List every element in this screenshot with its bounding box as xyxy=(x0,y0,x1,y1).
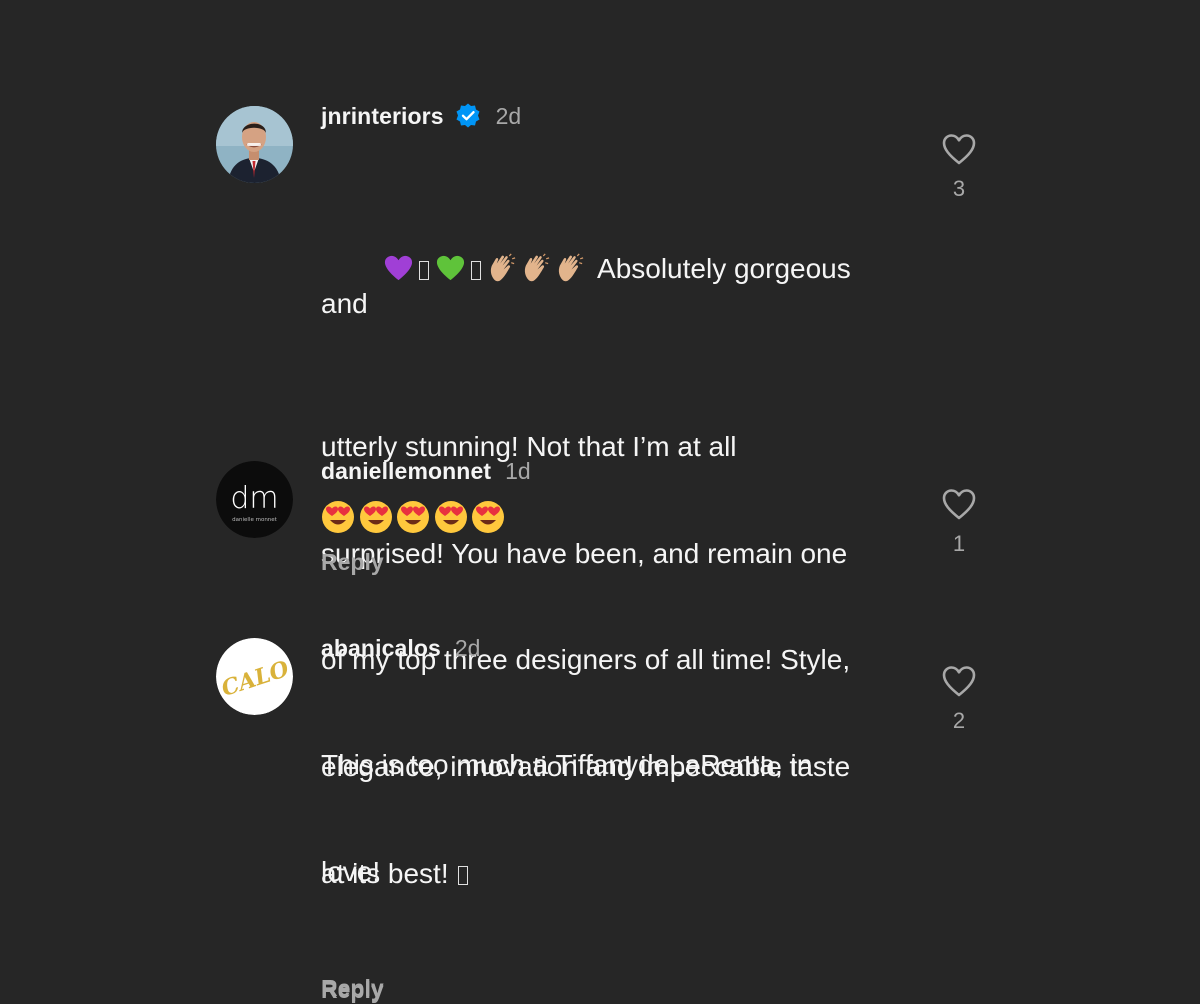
unsupported-glyph-icon xyxy=(419,260,430,280)
like-section: 2 xyxy=(936,664,982,734)
comment-text-line: Absolutely gorgeous and xyxy=(321,215,901,357)
avatar-logo-subtext: danielle monnet xyxy=(232,517,278,523)
man-portrait-icon xyxy=(216,106,293,183)
comment-text-line: love! xyxy=(321,855,381,887)
comment-time: 2d xyxy=(495,102,522,129)
avatar-abanicalos[interactable]: CALO xyxy=(216,638,293,715)
like-section: 3 xyxy=(936,132,982,202)
comment-time: 2d xyxy=(454,634,481,661)
clapping-hands-icon xyxy=(525,253,550,281)
clapping-hands-icon xyxy=(559,253,584,281)
comment-text: This is too much a TiffanydeLaRenta, in … xyxy=(321,676,901,961)
clapping-hands-icon xyxy=(491,253,516,281)
heart-eyes-emoji-icon xyxy=(434,501,467,533)
avatar-daniellemonnet[interactable]: dm danielle monnet xyxy=(216,461,293,538)
reply-button[interactable]: Reply xyxy=(321,549,384,576)
calo-logo-icon: CALO xyxy=(216,638,293,715)
like-section: 1 xyxy=(936,487,982,557)
dm-logo-icon: dm danielle monnet xyxy=(216,461,293,538)
heart-eyes-emoji-icon xyxy=(472,501,504,533)
comment-text-line: This is too much a TiffanydeLaRenta, in xyxy=(321,749,813,781)
heart-eyes-emoji-icon xyxy=(359,501,392,533)
comment-body: abanicalos 2d This is too much a Tiffany… xyxy=(321,632,901,1002)
comment-time: 1d xyxy=(505,457,531,484)
comment-body: daniellemonnet 1d Reply xyxy=(321,455,901,576)
like-count: 3 xyxy=(952,176,966,201)
reply-row: Reply xyxy=(321,549,901,576)
comment-header: jnrinteriors 2d xyxy=(321,100,901,132)
like-count: 1 xyxy=(952,531,966,556)
like-count: 2 xyxy=(952,708,966,733)
heart-outline-icon[interactable] xyxy=(941,664,977,698)
username[interactable]: jnrinteriors xyxy=(321,103,444,130)
heart-outline-icon[interactable] xyxy=(941,132,977,166)
comment-emoji-row xyxy=(321,499,901,535)
username[interactable]: abanicalos xyxy=(321,635,441,662)
username[interactable]: daniellemonnet xyxy=(321,458,491,485)
reply-row: Reply xyxy=(321,975,901,1002)
verified-badge-icon xyxy=(454,102,482,130)
avatar-jnrinteriors[interactable] xyxy=(216,106,293,183)
comment-header: abanicalos 2d xyxy=(321,632,901,664)
unsupported-glyph-icon xyxy=(471,260,482,280)
purple-heart-icon xyxy=(385,255,413,280)
heart-eyes-emoji-icon xyxy=(397,501,429,533)
heart-eyes-emoji-icon xyxy=(322,501,354,533)
avatar-logo-text: dm xyxy=(230,481,278,516)
reply-button[interactable]: Reply xyxy=(321,975,384,1002)
green-heart-icon xyxy=(437,255,465,280)
comment-header: daniellemonnet 1d xyxy=(321,455,901,487)
heart-outline-icon[interactable] xyxy=(941,487,977,521)
